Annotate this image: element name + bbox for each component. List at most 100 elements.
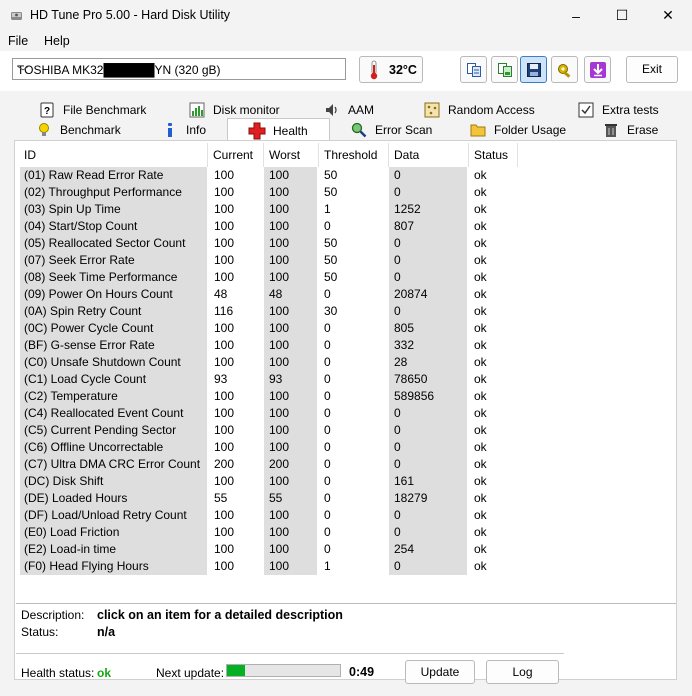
copy-screenshot-button[interactable]: [491, 56, 518, 83]
save-button[interactable]: [520, 56, 547, 83]
table-row[interactable]: (C2) Temperature 100 100 0 589856 ok: [0, 388, 692, 405]
header-status[interactable]: Status: [474, 148, 508, 162]
options-button[interactable]: [551, 56, 578, 83]
table-row[interactable]: (C4) Reallocated Event Count 100 100 0 0 ok: [0, 405, 692, 422]
speaker-icon: [326, 103, 337, 116]
header-threshold[interactable]: Threshold: [324, 148, 377, 162]
menu-help[interactable]: Help: [44, 34, 70, 48]
cell-current: 100: [214, 253, 235, 267]
cell-status: ok: [474, 253, 487, 267]
tab-file-benchmark[interactable]: ? File Benchmark: [38, 100, 146, 119]
cell-id: (01) Raw Read Error Rate: [24, 168, 164, 182]
menu-file[interactable]: File: [8, 34, 28, 48]
table-row[interactable]: (DF) Load/Unload Retry Count 100 100 0 0 ok: [0, 507, 692, 524]
cell-threshold: 0: [324, 474, 331, 488]
temperature-display: 32°C: [359, 56, 423, 83]
cell-current: 100: [214, 338, 235, 352]
thermometer-icon: [370, 60, 378, 80]
cell-worst: 100: [269, 338, 290, 352]
health-status-value: ok: [97, 666, 112, 680]
cell-id: (08) Seek Time Performance: [24, 270, 178, 284]
health-status-label: Health status:: [21, 666, 95, 680]
minimize-button[interactable]: –: [553, 0, 599, 31]
cell-status: ok: [474, 321, 487, 335]
cell-data: 0: [394, 423, 401, 437]
cell-current: 100: [214, 440, 235, 454]
drive-select[interactable]: TOSHIBA MK32██████YN (320 gB) ﹀: [12, 58, 346, 80]
table-row[interactable]: (07) Seek Error Rate 100 100 50 0 ok: [0, 252, 692, 269]
cell-id: (C4) Reallocated Event Count: [24, 406, 184, 420]
cell-threshold: 0: [324, 372, 331, 386]
table-row[interactable]: (F0) Head Flying Hours 100 100 1 0 ok: [0, 558, 692, 575]
close-button[interactable]: ✕: [645, 0, 691, 31]
table-row[interactable]: (C1) Load Cycle Count 93 93 0 78650 ok: [0, 371, 692, 388]
table-row[interactable]: (03) Spin Up Time 100 100 1 1252 ok: [0, 201, 692, 218]
cell-threshold: 50: [324, 168, 338, 182]
header-current[interactable]: Current: [213, 148, 253, 162]
log-button[interactable]: Log: [486, 660, 559, 684]
table-row[interactable]: (C5) Current Pending Sector 100 100 0 0 ok: [0, 422, 692, 439]
cell-data: 0: [394, 508, 401, 522]
header-data[interactable]: Data: [394, 148, 419, 162]
folder-icon: [470, 124, 486, 136]
cell-threshold: 0: [324, 321, 331, 335]
tab-extra-tests[interactable]: Extra tests: [577, 100, 659, 119]
table-row[interactable]: (0A) Spin Retry Count 116 100 30 0 ok: [0, 303, 692, 320]
exit-button[interactable]: Exit: [626, 56, 678, 83]
cell-threshold: 0: [324, 440, 331, 454]
cell-data: 78650: [394, 372, 428, 386]
table-row[interactable]: (DE) Loaded Hours 55 55 0 18279 ok: [0, 490, 692, 507]
cell-data: 254: [394, 542, 415, 556]
table-row[interactable]: (C0) Unsafe Shutdown Count 100 100 0 28 ok: [0, 354, 692, 371]
tab-label: Benchmark: [60, 122, 121, 137]
table-row[interactable]: (09) Power On Hours Count 48 48 0 20874 ok: [0, 286, 692, 303]
table-row[interactable]: (E2) Load-in time 100 100 0 254 ok: [0, 541, 692, 558]
table-row[interactable]: (05) Reallocated Sector Count 100 100 50 0 ok: [0, 235, 692, 252]
cell-id: (05) Reallocated Sector Count: [24, 236, 186, 250]
table-row[interactable]: (04) Start/Stop Count 100 100 0 807 ok: [0, 218, 692, 235]
tab-error-scan[interactable]: Error Scan: [350, 120, 432, 139]
cell-status: ok: [474, 491, 487, 505]
table-row[interactable]: (0C) Power Cycle Count 100 100 0 805 ok: [0, 320, 692, 337]
copy-text-button[interactable]: [460, 56, 487, 83]
tab-label: Extra tests: [602, 102, 659, 117]
cell-worst: 100: [269, 355, 290, 369]
tab-erase[interactable]: Erase: [602, 120, 658, 139]
cell-status: ok: [474, 406, 487, 420]
header-id[interactable]: ID: [24, 148, 36, 162]
cell-data: 805: [394, 321, 415, 335]
table-row[interactable]: (C7) Ultra DMA CRC Error Count 200 200 0 0 ok: [0, 456, 692, 473]
table-row[interactable]: (02) Throughput Performance 100 100 50 0 ok: [0, 184, 692, 201]
cell-threshold: 50: [324, 236, 338, 250]
cell-current: 100: [214, 355, 235, 369]
cell-id: (0C) Power Cycle Count: [24, 321, 154, 335]
table-row[interactable]: (BF) G-sense Error Rate 100 100 0 332 ok: [0, 337, 692, 354]
table-row[interactable]: (E0) Load Friction 100 100 0 0 ok: [0, 524, 692, 541]
header-worst[interactable]: Worst: [269, 148, 300, 162]
tab-folder-usage[interactable]: Folder Usage: [469, 120, 566, 139]
cell-worst: 100: [269, 202, 290, 216]
table-row[interactable]: (DC) Disk Shift 100 100 0 161 ok: [0, 473, 692, 490]
cell-current: 55: [214, 491, 228, 505]
download-button[interactable]: [584, 56, 611, 83]
cell-id: (E0) Load Friction: [24, 525, 120, 539]
table-row[interactable]: (08) Seek Time Performance 100 100 50 0 ok: [0, 269, 692, 286]
cell-threshold: 0: [324, 491, 331, 505]
cell-threshold: 0: [324, 423, 331, 437]
tab-disk-monitor[interactable]: Disk monitor: [188, 100, 280, 119]
table-row[interactable]: (01) Raw Read Error Rate 100 100 50 0 ok: [0, 167, 692, 184]
cell-current: 116: [214, 304, 234, 318]
tab-health[interactable]: Health: [227, 118, 330, 142]
tab-info[interactable]: Info: [161, 120, 206, 139]
tab-random-access[interactable]: Random Access: [423, 100, 535, 119]
table-row[interactable]: (C6) Offline Uncorrectable 100 100 0 0 ok: [0, 439, 692, 456]
tab-benchmark[interactable]: Benchmark: [35, 120, 121, 139]
cell-worst: 100: [269, 406, 290, 420]
menu-bar: [0, 31, 692, 51]
window-title: HD Tune Pro 5.00 - Hard Disk Utility: [30, 8, 231, 22]
tab-aam[interactable]: AAM: [323, 100, 374, 119]
update-button[interactable]: Update: [405, 660, 475, 684]
cell-data: 1252: [394, 202, 421, 216]
maximize-button[interactable]: ☐: [599, 0, 645, 31]
cell-status: ok: [474, 542, 487, 556]
